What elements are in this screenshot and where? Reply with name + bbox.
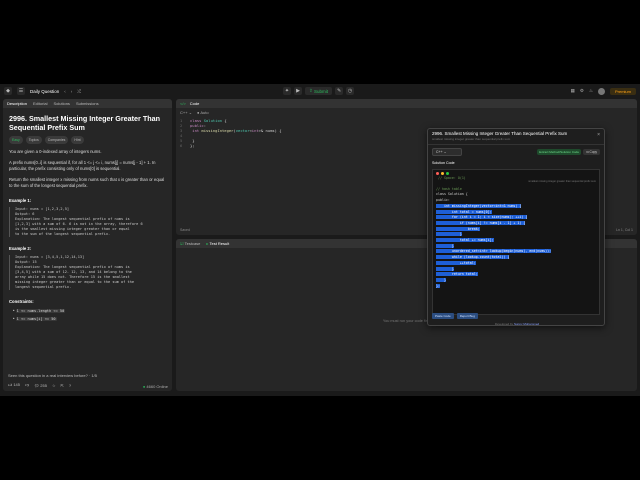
- topics-chip[interactable]: Topics: [25, 136, 42, 144]
- share-icon[interactable]: ⇱: [61, 383, 64, 388]
- shuffle-icon[interactable]: ⤮: [77, 89, 81, 94]
- report-bug-button[interactable]: Report Bug: [456, 313, 478, 319]
- star-icon[interactable]: ☆: [52, 383, 56, 388]
- comment-icon: 💬︎: [34, 382, 40, 388]
- example-1-box: Input: nums = [1,2,3,2,5] Output: 6 Expl…: [9, 207, 166, 237]
- description-panel: Description Editorial Solutions Submissi…: [3, 99, 172, 391]
- cursor-position: Ln 1, Col 1: [616, 228, 633, 232]
- daily-question-title[interactable]: Daily Question: [30, 89, 59, 94]
- popup-title: 2996. Smallest Missing Integer Greater T…: [432, 131, 568, 136]
- premium-button[interactable]: Premium: [609, 87, 636, 95]
- solution-code-block[interactable]: // Space: O(1) smallest missing integer …: [432, 169, 600, 315]
- code-icon: </>: [180, 101, 186, 106]
- run-icon[interactable]: ▶: [294, 87, 302, 95]
- problem-paragraph-1: You are given a 0-indexed array of integ…: [9, 149, 102, 154]
- chevron-down-icon: ⌄: [443, 150, 447, 154]
- help-icon[interactable]: ?: [69, 383, 71, 388]
- description-tabs: Description Editorial Solutions Submissi…: [3, 99, 172, 108]
- popup-footer-buttons: Paste Code Report Bug: [432, 313, 478, 319]
- solution-code-label: Solution Code: [432, 161, 455, 165]
- problem-title[interactable]: 2996. Smallest Missing Integer Greater T…: [9, 114, 166, 132]
- constraints-heading: Constraints:: [9, 299, 34, 304]
- solution-popup: 2996. Smallest Missing Integer Greater T…: [427, 128, 605, 326]
- tab-testcase[interactable]: ☑ Testcase: [180, 241, 200, 246]
- submit-label: Submit: [314, 88, 329, 94]
- tab-editorial[interactable]: Editorial: [33, 101, 47, 106]
- developer-link[interactable]: Sunny Mohammed: [514, 322, 539, 325]
- logo-icon[interactable]: ◆: [4, 87, 12, 95]
- code-line: };: [436, 283, 440, 288]
- hint-chip[interactable]: Hint: [71, 136, 84, 144]
- example-1-heading: Example 1:: [9, 198, 32, 203]
- comments-button[interactable]: 💬︎ 255: [34, 383, 47, 388]
- paste-code-button[interactable]: Paste Code: [432, 313, 454, 319]
- timer-icon[interactable]: ◷: [346, 87, 355, 95]
- example-line: longest sequential prefix.: [15, 285, 72, 289]
- online-count: 4660 Online: [143, 384, 168, 389]
- popup-language-select[interactable]: C++ ⌄: [432, 148, 462, 156]
- code-overlay-text: smallest missing integer greater than se…: [528, 180, 596, 183]
- code-title: Code: [189, 101, 200, 106]
- popup-toolbar: C++ ⌄ Extract Method/Solution Code ⧉ Cop…: [428, 145, 604, 159]
- chevron-down-icon: ⌄: [188, 109, 193, 115]
- auto-toggle[interactable]: ● Auto: [197, 110, 209, 115]
- constraints-list: 1 <= nums.length <= 50 1 <= nums[i] <= 5…: [9, 308, 166, 322]
- example-2-heading: Example 2:: [9, 246, 32, 251]
- interview-ratio: 1/5: [91, 373, 97, 378]
- like-button[interactable]: 👍︎ 145: [8, 382, 20, 388]
- close-icon[interactable]: ×: [597, 132, 600, 138]
- notes-icon[interactable]: ✎: [335, 87, 344, 95]
- constraint-item: 1 <= nums[i] <= 50: [13, 316, 166, 322]
- settings-icon[interactable]: ⚙: [580, 88, 584, 94]
- developer-credit: Developed by Sunny Mohammed: [494, 322, 540, 326]
- submit-button[interactable]: ⇪ Submit: [305, 87, 333, 95]
- tab-test-result[interactable]: ▸ Test Result: [206, 241, 229, 246]
- tab-description[interactable]: Description: [7, 101, 27, 106]
- extract-solution-button[interactable]: Extract Method/Solution Code: [537, 149, 581, 155]
- language-select[interactable]: C++ ⌄: [180, 110, 192, 115]
- constraint-item: 1 <= nums.length <= 50: [13, 308, 166, 314]
- example-line: to the sum of the longest sequential pre…: [15, 232, 111, 236]
- top-bar: ◆ ☰ Daily Question ‹ › ⤮ ✦ ▶ ⇪ Submit ✎ …: [0, 84, 640, 98]
- tab-solutions[interactable]: Solutions: [53, 101, 69, 106]
- avatar[interactable]: [597, 87, 605, 95]
- popup-subtitle: smallest missing integer greater than se…: [432, 137, 511, 141]
- window-dots: [436, 172, 596, 175]
- saved-status: Saved: [180, 228, 190, 232]
- thumbs-up-icon: 👍︎: [8, 382, 13, 387]
- debug-icon[interactable]: ✦: [283, 87, 291, 95]
- problem-paragraph-2: A prefix nums[0..i] is sequential if, fo…: [9, 160, 156, 171]
- copy-button[interactable]: ⧉ Copy: [583, 149, 600, 155]
- layout-icon[interactable]: ▦: [571, 88, 575, 94]
- difficulty-badge: Easy: [9, 136, 23, 144]
- problem-description: 2996. Smallest Missing Integer Greater T…: [3, 108, 172, 371]
- dislike-icon[interactable]: 👎︎: [25, 382, 29, 388]
- popup-header: 2996. Smallest Missing Integer Greater T…: [428, 129, 604, 145]
- code-header: </> Code: [176, 99, 637, 108]
- fire-icon[interactable]: ♨: [589, 88, 593, 94]
- example-2-box: Input: nums = [3,4,5,1,12,14,13] Output:…: [9, 255, 166, 290]
- next-icon[interactable]: ›: [71, 89, 73, 94]
- prev-icon[interactable]: ‹: [64, 89, 66, 94]
- description-footer: Seen this question in a real interview b…: [3, 371, 172, 391]
- companies-chip[interactable]: Companies: [44, 136, 69, 144]
- code-toolbar: C++ ⌄ ● Auto: [176, 108, 637, 116]
- problem-paragraph-3: Return the smallest integer x missing fr…: [9, 177, 165, 188]
- tab-submissions[interactable]: Submissions: [76, 101, 99, 106]
- list-icon[interactable]: ☰: [17, 87, 25, 95]
- interview-question: Seen this question in a real interview b…: [8, 373, 88, 378]
